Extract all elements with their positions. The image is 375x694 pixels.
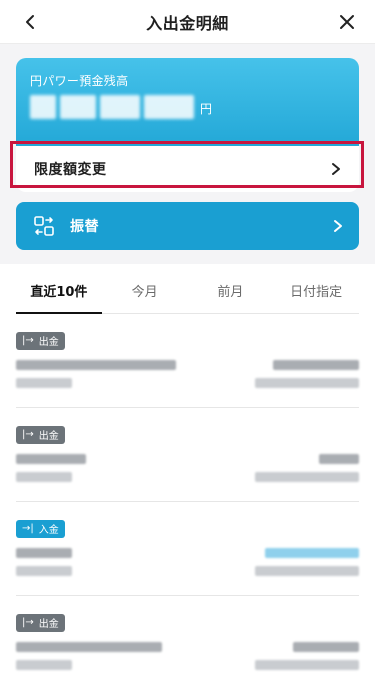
transfer-label: 振替	[70, 219, 99, 235]
masked-amount	[293, 641, 359, 652]
tab-date-select[interactable]: 日付指定	[273, 268, 359, 313]
masked-amount	[265, 547, 359, 558]
balance-card: 円パワー預金残高 円	[16, 58, 359, 146]
masked-balance	[255, 471, 359, 482]
masked-date	[16, 659, 72, 670]
transfer-button[interactable]: 振替	[16, 202, 359, 250]
back-button[interactable]	[14, 6, 46, 38]
withdraw-arrow-icon: |→	[22, 429, 34, 440]
close-icon	[340, 15, 354, 29]
limit-change-label: 限度額変更	[34, 162, 107, 178]
masked-date	[16, 377, 72, 388]
tab-this-month[interactable]: 今月	[102, 268, 188, 313]
balance-amount-masked	[30, 95, 194, 119]
close-button[interactable]	[331, 6, 363, 38]
page-title: 入出金明細	[146, 13, 229, 33]
header-bar: 入出金明細	[0, 0, 375, 44]
masked-description	[16, 453, 86, 464]
withdrawal-badge: |→ 出金	[16, 425, 65, 444]
masked-amount	[273, 359, 359, 370]
badge-label: 出金	[38, 431, 59, 442]
badge-label: 出金	[38, 337, 59, 348]
tab-recent-10[interactable]: 直近10件	[16, 268, 102, 314]
masked-amount	[319, 453, 359, 464]
limit-change-row[interactable]: 限度額変更	[16, 146, 359, 192]
transaction-item[interactable]: |→ 出金	[16, 596, 359, 690]
masked-balance	[255, 565, 359, 576]
transaction-list: |→ 出金 |→ 出金 →| 入金 |→ 出金	[0, 314, 375, 690]
masked-description	[16, 359, 176, 370]
withdrawal-badge: |→ 出金	[16, 331, 65, 350]
transaction-item[interactable]: |→ 出金	[16, 408, 359, 502]
masked-balance	[255, 659, 359, 670]
withdrawal-badge: |→ 出金	[16, 613, 65, 632]
masked-date	[16, 471, 72, 482]
masked-balance	[255, 377, 359, 388]
transfer-icon	[34, 216, 54, 236]
period-tabs: 直近10件 今月 前月 日付指定	[16, 268, 359, 314]
masked-date	[16, 565, 72, 576]
account-summary: 円パワー預金残高 円 限度額変更 振替	[0, 44, 375, 264]
badge-label: 入金	[38, 525, 59, 536]
masked-description	[16, 641, 162, 652]
chevron-right-icon	[332, 163, 340, 175]
transaction-item[interactable]: →| 入金	[16, 502, 359, 596]
chevron-left-icon	[26, 15, 34, 29]
deposit-badge: →| 入金	[16, 519, 65, 538]
masked-description	[16, 547, 72, 558]
deposit-arrow-icon: →|	[22, 523, 34, 534]
balance-unit: 円	[200, 102, 213, 116]
balance-label: 円パワー預金残高	[30, 74, 129, 88]
transaction-item[interactable]: |→ 出金	[16, 314, 359, 408]
chevron-right-icon	[334, 220, 342, 232]
withdraw-arrow-icon: |→	[22, 617, 34, 628]
tab-last-month[interactable]: 前月	[188, 268, 274, 313]
withdraw-arrow-icon: |→	[22, 335, 34, 346]
badge-label: 出金	[38, 619, 59, 630]
